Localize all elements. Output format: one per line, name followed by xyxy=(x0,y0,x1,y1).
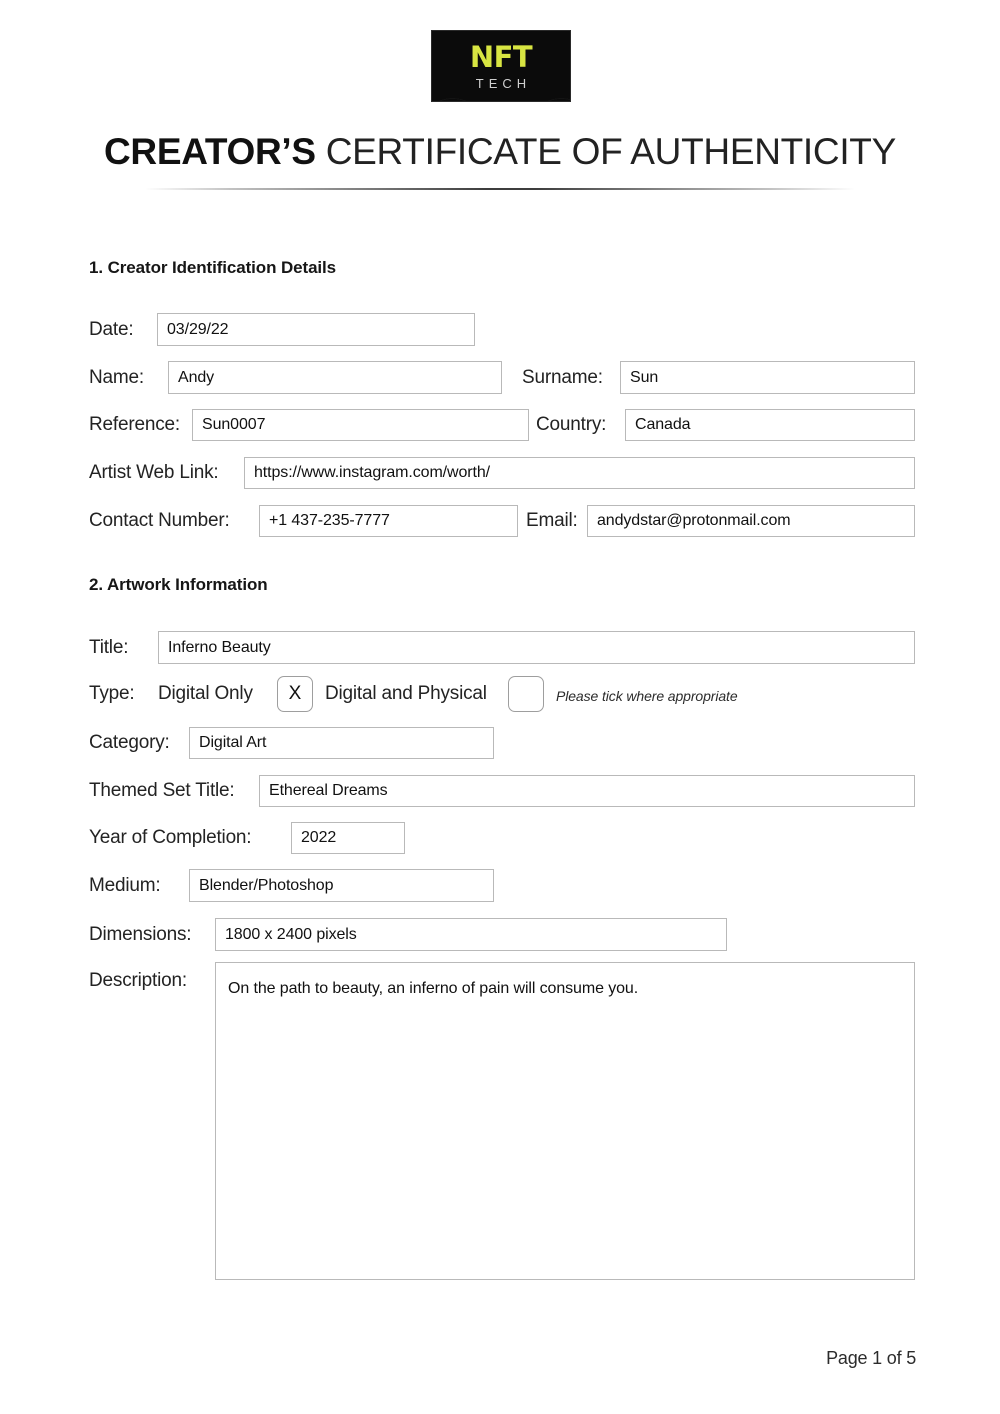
themed-set-title-value: Ethereal Dreams xyxy=(269,782,388,799)
year-of-completion-label: Year of Completion: xyxy=(89,827,252,848)
name-field[interactable]: Andy xyxy=(168,361,502,394)
country-field[interactable]: Canada xyxy=(625,409,915,441)
artwork-title-field[interactable]: Inferno Beauty xyxy=(158,631,915,664)
year-of-completion-field[interactable]: 2022 xyxy=(291,822,405,854)
section-heading-artwork-information: 2. Artwork Information xyxy=(89,575,268,594)
name-label: Name: xyxy=(89,367,144,388)
type-option-digital-and-physical-label: Digital and Physical xyxy=(325,683,487,704)
dimensions-field[interactable]: 1800 x 2400 pixels xyxy=(215,918,727,951)
reference-label: Reference: xyxy=(89,414,180,435)
category-value: Digital Art xyxy=(199,734,267,751)
surname-label: Surname: xyxy=(522,367,603,388)
country-value: Canada xyxy=(635,416,691,433)
email-value: andydstar@protonmail.com xyxy=(597,512,791,529)
contact-number-value: +1 437-235-7777 xyxy=(269,512,390,529)
themed-set-title-label: Themed Set Title: xyxy=(89,780,235,801)
section-heading-creator-identification: 1. Creator Identification Details xyxy=(89,258,337,277)
artist-web-link-value: https://www.instagram.com/worth/ xyxy=(254,464,490,481)
email-field[interactable]: andydstar@protonmail.com xyxy=(587,505,915,537)
page-title: CREATOR’S CERTIFICATE OF AUTHENTICITY xyxy=(0,128,1000,176)
title-divider xyxy=(145,188,855,190)
year-of-completion-value: 2022 xyxy=(301,829,337,846)
reference-field[interactable]: Sun0007 xyxy=(192,409,529,441)
dimensions-label: Dimensions: xyxy=(89,924,192,945)
nft-tech-logo: NFT TECH xyxy=(431,30,571,102)
themed-set-title-field[interactable]: Ethereal Dreams xyxy=(259,775,915,807)
medium-value: Blender/Photoshop xyxy=(199,876,334,894)
checkbox-digital-only[interactable]: X xyxy=(277,676,313,712)
description-label: Description: xyxy=(89,970,187,991)
contact-number-field[interactable]: +1 437-235-7777 xyxy=(259,505,518,537)
type-label: Type: xyxy=(89,683,135,704)
logo-nft-text: NFT xyxy=(469,39,533,74)
reference-value: Sun0007 xyxy=(202,416,266,433)
dimensions-value: 1800 x 2400 pixels xyxy=(225,925,357,943)
description-textarea[interactable]: On the path to beauty, an inferno of pai… xyxy=(215,962,915,1280)
medium-field[interactable]: Blender/Photoshop xyxy=(189,869,494,902)
logo-tech-text: TECH xyxy=(475,75,532,91)
artist-web-link-field[interactable]: https://www.instagram.com/worth/ xyxy=(244,457,915,489)
page-number-footer: Page 1 of 5 xyxy=(826,1348,916,1368)
surname-field[interactable]: Sun xyxy=(620,361,915,394)
checkbox-digital-and-physical[interactable] xyxy=(508,676,544,712)
date-value: 03/29/22 xyxy=(167,320,229,338)
contact-number-label: Contact Number: xyxy=(89,510,230,531)
category-field[interactable]: Digital Art xyxy=(189,727,494,759)
page-title-bold: CREATOR’S xyxy=(103,131,316,172)
artist-web-link-label: Artist Web Link: xyxy=(89,462,219,483)
tick-instruction-note: Please tick where appropriate xyxy=(556,688,738,704)
medium-label: Medium: xyxy=(89,875,161,896)
title-label: Title: xyxy=(89,637,129,658)
email-label: Email: xyxy=(526,510,578,531)
surname-value: Sun xyxy=(630,368,659,386)
type-option-digital-only-label: Digital Only xyxy=(158,683,253,704)
date-label: Date: xyxy=(89,319,134,340)
artwork-title-value: Inferno Beauty xyxy=(168,638,271,656)
description-value: On the path to beauty, an inferno of pai… xyxy=(228,980,639,997)
page-title-rest: CERTIFICATE OF AUTHENTICITY xyxy=(315,131,897,172)
name-value: Andy xyxy=(178,368,215,386)
category-label: Category: xyxy=(89,732,170,753)
country-label: Country: xyxy=(536,414,607,435)
date-field[interactable]: 03/29/22 xyxy=(157,313,475,346)
